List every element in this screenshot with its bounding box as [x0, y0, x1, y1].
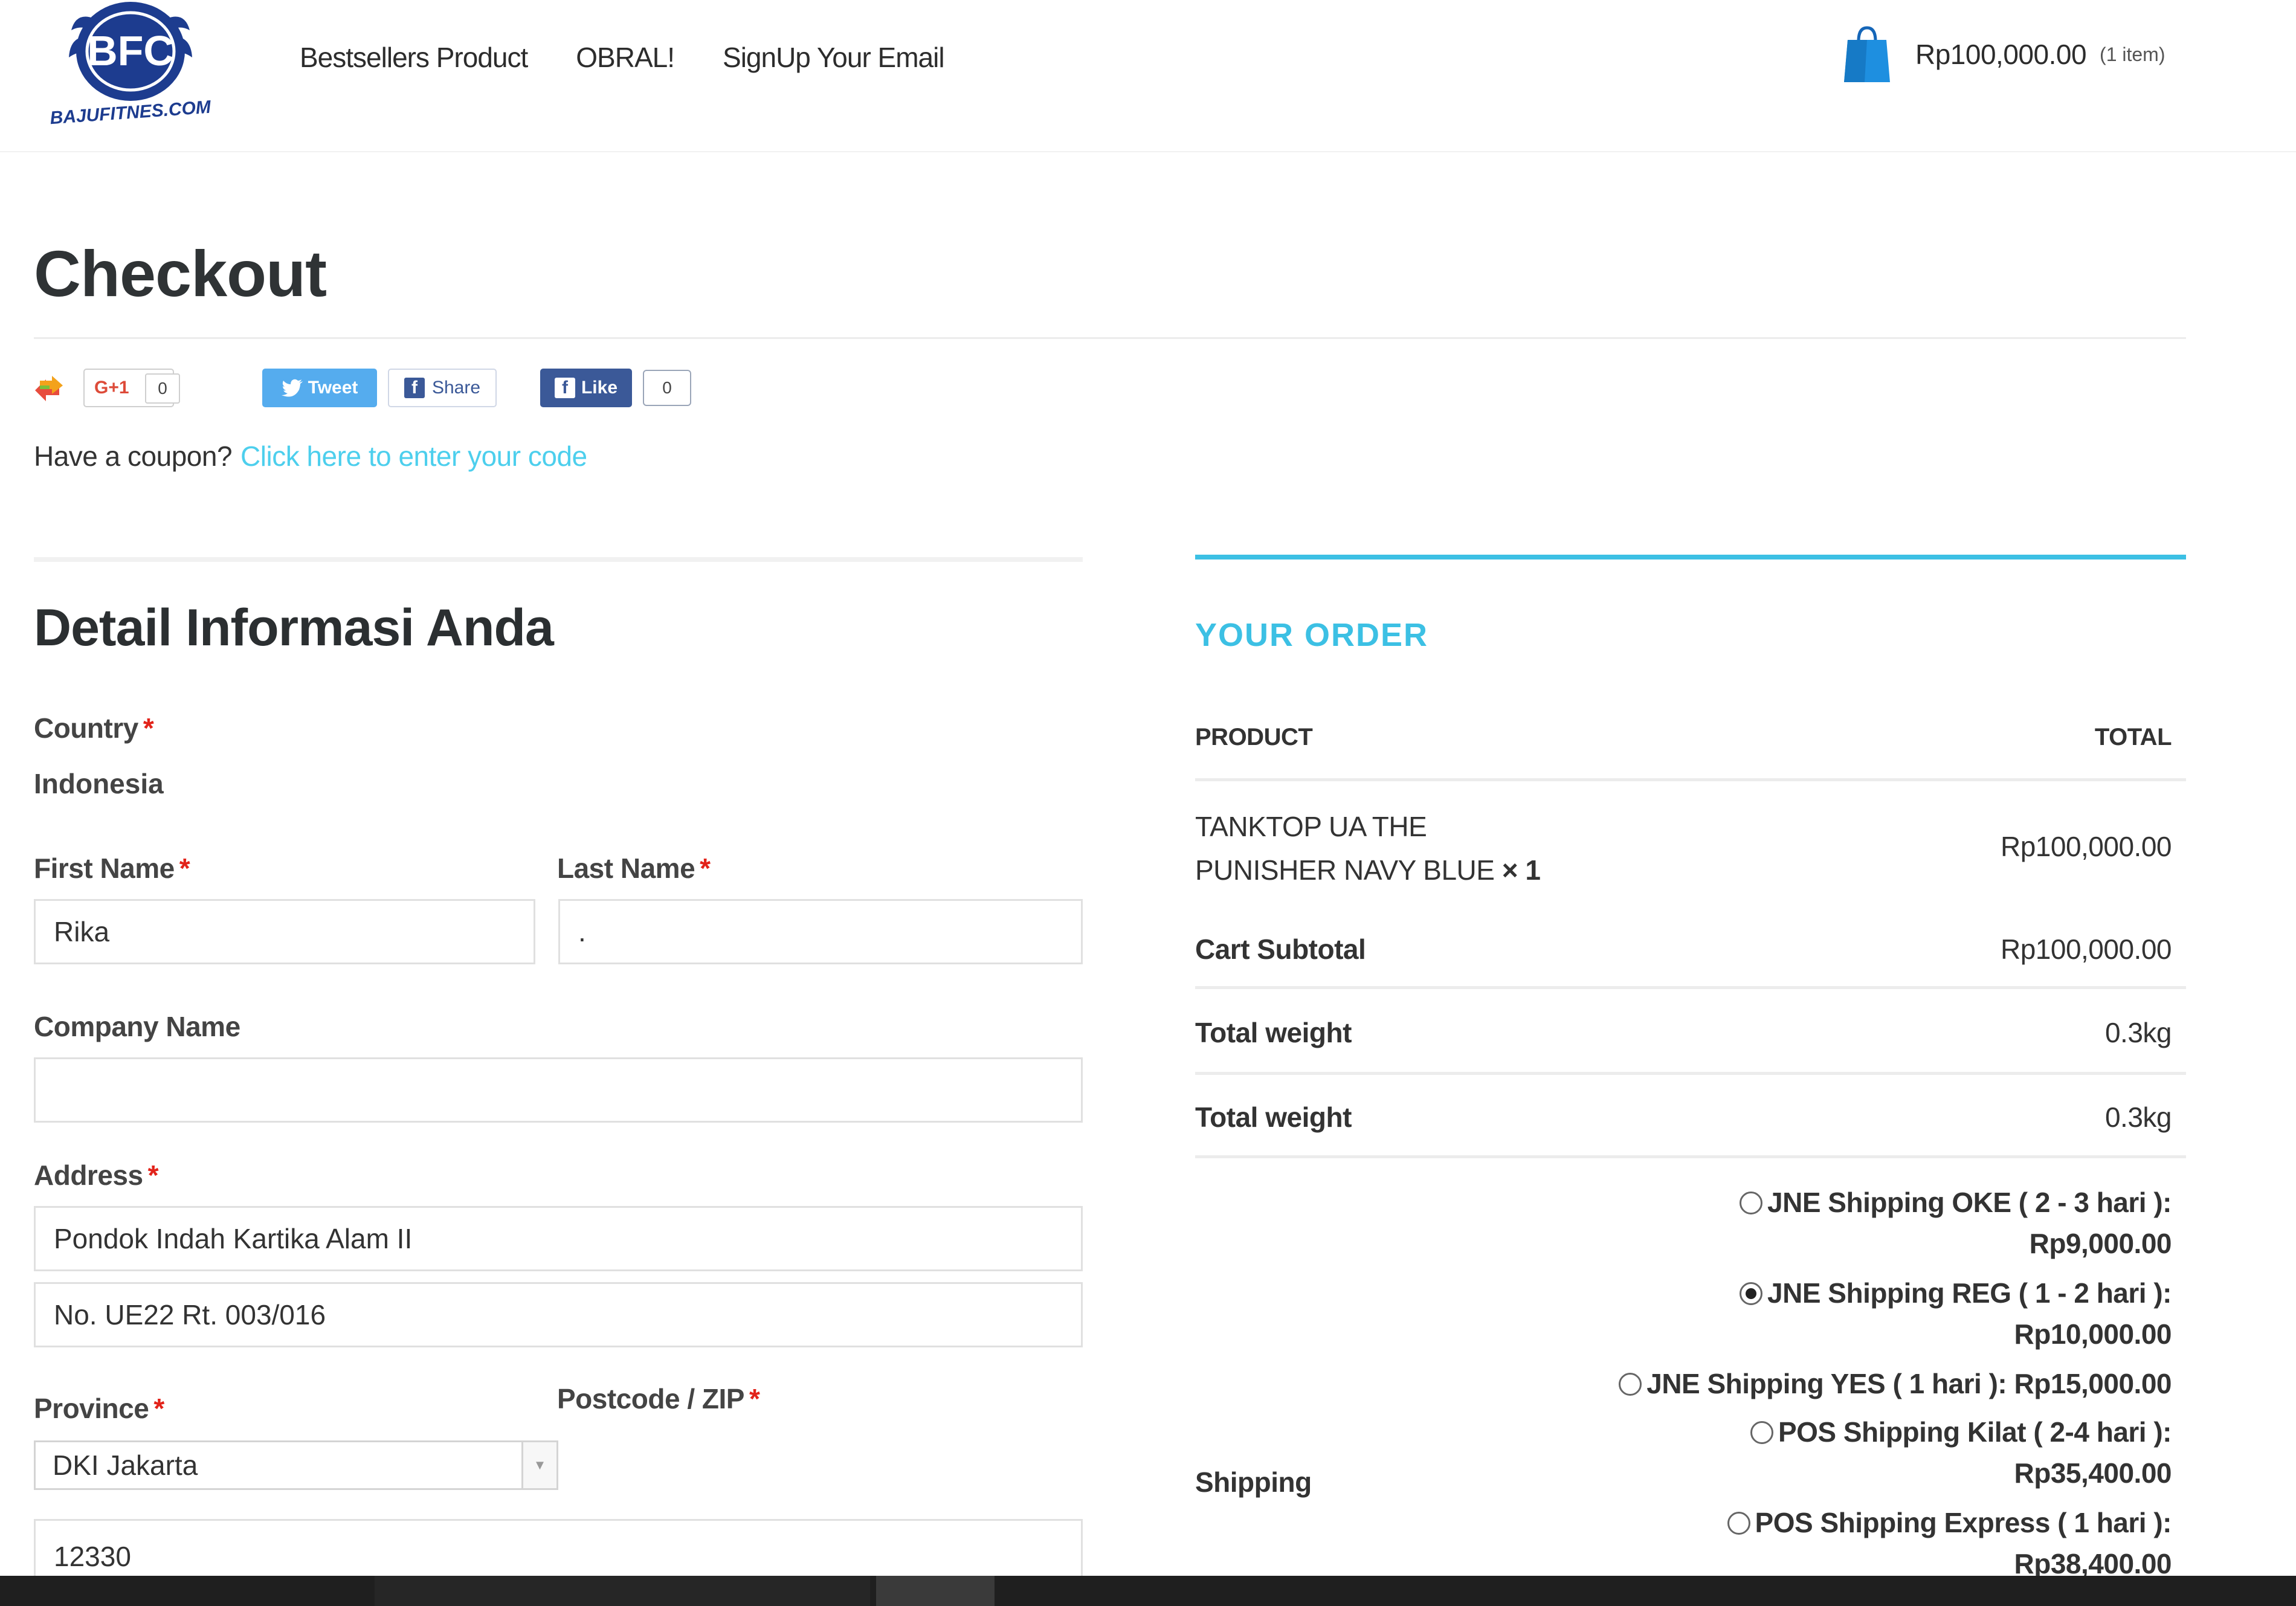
col-product-header: PRODUCT — [1195, 724, 1313, 750]
last-name-label: Last Name * — [557, 853, 711, 884]
facebook-share-button[interactable]: f Share — [388, 369, 497, 407]
address-label: Address * — [34, 1159, 159, 1191]
order-divider — [1195, 1072, 2186, 1075]
radio-button[interactable] — [1727, 1512, 1750, 1535]
item-qty: × 1 — [1501, 854, 1541, 886]
weight-value: 0.3kg — [2104, 1101, 2172, 1133]
weight-label: Total weight — [1195, 1101, 1352, 1133]
col-total-header: TOTAL — [2094, 724, 2172, 750]
nav-signup-email[interactable]: SignUp Your Email — [723, 41, 945, 74]
item-total: Rp100,000.00 — [2000, 831, 2172, 862]
item-name-line1: TANKTOP UA THE — [1195, 811, 1427, 842]
country-value: Indonesia — [34, 768, 164, 799]
required-mark: * — [147, 1159, 159, 1191]
site-logo[interactable]: BFC BAJUFITNES.COM — [40, 0, 215, 127]
page-title: Checkout — [34, 237, 327, 310]
facebook-like-icon: f — [554, 378, 575, 398]
radio-button[interactable] — [1750, 1421, 1773, 1444]
postcode-field[interactable]: 12330 — [34, 1519, 1083, 1584]
order-divider — [1195, 986, 2186, 989]
title-divider — [34, 337, 2186, 339]
required-mark: * — [749, 1383, 760, 1414]
os-taskbar — [0, 1576, 2296, 1606]
nav-obral[interactable]: OBRAL! — [576, 41, 675, 74]
coupon-notice: Have a coupon? Click here to enter your c… — [34, 440, 587, 472]
gplus-count: 0 — [145, 373, 180, 404]
weight-label: Total weight — [1195, 1017, 1352, 1048]
share-arrow-icon[interactable] — [31, 369, 66, 407]
order-accent-rule — [1195, 555, 2186, 560]
shipping-option[interactable]: POS Shipping Express ( 1 hari ): Rp38,40… — [1727, 1502, 2172, 1584]
last-name-field[interactable]: . — [558, 899, 1083, 964]
weight-value: 0.3kg — [2104, 1017, 2172, 1048]
twitter-bird-icon — [281, 379, 303, 397]
coupon-text: Have a coupon? — [34, 440, 233, 472]
required-mark: * — [700, 853, 711, 884]
taskbar-active-item[interactable] — [876, 1576, 995, 1606]
site-header: BFC BAJUFITNES.COM Bestsellers Product O… — [0, 0, 2296, 152]
item-name-line2: PUNISHER NAVY BLUE — [1195, 854, 1495, 886]
address-line-1-field[interactable]: Pondok Indah Kartika Alam II — [34, 1206, 1083, 1271]
address-line-2-field[interactable]: No. UE22 Rt. 003/016 — [34, 1282, 1083, 1347]
logo-subtext: BAJUFITNES.COM — [50, 97, 212, 127]
province-select[interactable]: DKI Jakarta ▼ — [34, 1440, 558, 1490]
cart-count: (1 item) — [2100, 43, 2165, 65]
subtotal-label: Cart Subtotal — [1195, 934, 1366, 965]
company-label: Company Name — [34, 1011, 240, 1042]
share-label: Share — [431, 378, 481, 398]
company-field[interactable] — [34, 1057, 1083, 1123]
nav-bestsellers[interactable]: Bestsellers Product — [300, 41, 528, 74]
like-label: Like — [581, 378, 618, 398]
first-name-label: First Name * — [34, 853, 190, 884]
radio-button-selected[interactable] — [1740, 1282, 1763, 1305]
shipping-option[interactable]: JNE Shipping REG ( 1 - 2 hari ): Rp10,00… — [1740, 1272, 2172, 1355]
radio-button[interactable] — [1740, 1192, 1763, 1214]
country-label: Country * — [34, 712, 154, 744]
required-mark: * — [153, 1393, 164, 1424]
province-selected: DKI Jakarta — [53, 1450, 198, 1481]
gplus-button[interactable]: G+1 0 — [83, 369, 180, 407]
cart-amount: Rp100,000.00 — [1915, 39, 2087, 70]
gplus-label: G+1 — [94, 378, 129, 398]
order-title: YOUR ORDER — [1195, 617, 1429, 653]
subtotal-value: Rp100,000.00 — [2000, 934, 2172, 965]
facebook-icon: f — [404, 378, 425, 398]
shopping-bag-icon — [1844, 26, 1890, 82]
required-mark: * — [179, 853, 190, 884]
cart-widget[interactable]: Rp100,000.00 (1 item) — [1843, 24, 2165, 85]
required-mark: * — [143, 712, 154, 744]
province-label: Province * — [34, 1393, 164, 1424]
first-name-field[interactable]: Rika — [34, 899, 535, 964]
like-count: 0 — [643, 370, 691, 406]
dropdown-arrow-icon[interactable]: ▼ — [521, 1442, 556, 1488]
order-item-name: TANKTOP UA THE PUNISHER NAVY BLUE × 1 — [1195, 805, 1541, 892]
tweet-label: Tweet — [308, 378, 358, 398]
order-divider — [1195, 778, 2186, 781]
radio-button[interactable] — [1619, 1373, 1642, 1396]
logo-text: BFC — [87, 27, 174, 74]
tweet-button[interactable]: Tweet — [262, 369, 377, 407]
billing-title: Detail Informasi Anda — [34, 599, 554, 657]
postcode-label: Postcode / ZIP * — [557, 1383, 760, 1414]
shipping-option[interactable]: POS Shipping Kilat ( 2-4 hari ): Rp35,40… — [1750, 1411, 2172, 1494]
taskbar-segment — [375, 1576, 870, 1606]
coupon-link[interactable]: Click here to enter your code — [240, 440, 587, 472]
order-divider — [1195, 1155, 2186, 1158]
main-nav: Bestsellers Product OBRAL! SignUp Your E… — [300, 41, 945, 74]
facebook-like-button[interactable]: f Like — [540, 369, 632, 407]
shipping-option[interactable]: JNE Shipping OKE ( 2 - 3 hari ): Rp9,000… — [1740, 1182, 2172, 1264]
billing-divider — [34, 557, 1083, 562]
shipping-label: Shipping — [1195, 1466, 1312, 1498]
shipping-option[interactable]: JNE Shipping YES ( 1 hari ): Rp15,000.00 — [1619, 1363, 2172, 1404]
